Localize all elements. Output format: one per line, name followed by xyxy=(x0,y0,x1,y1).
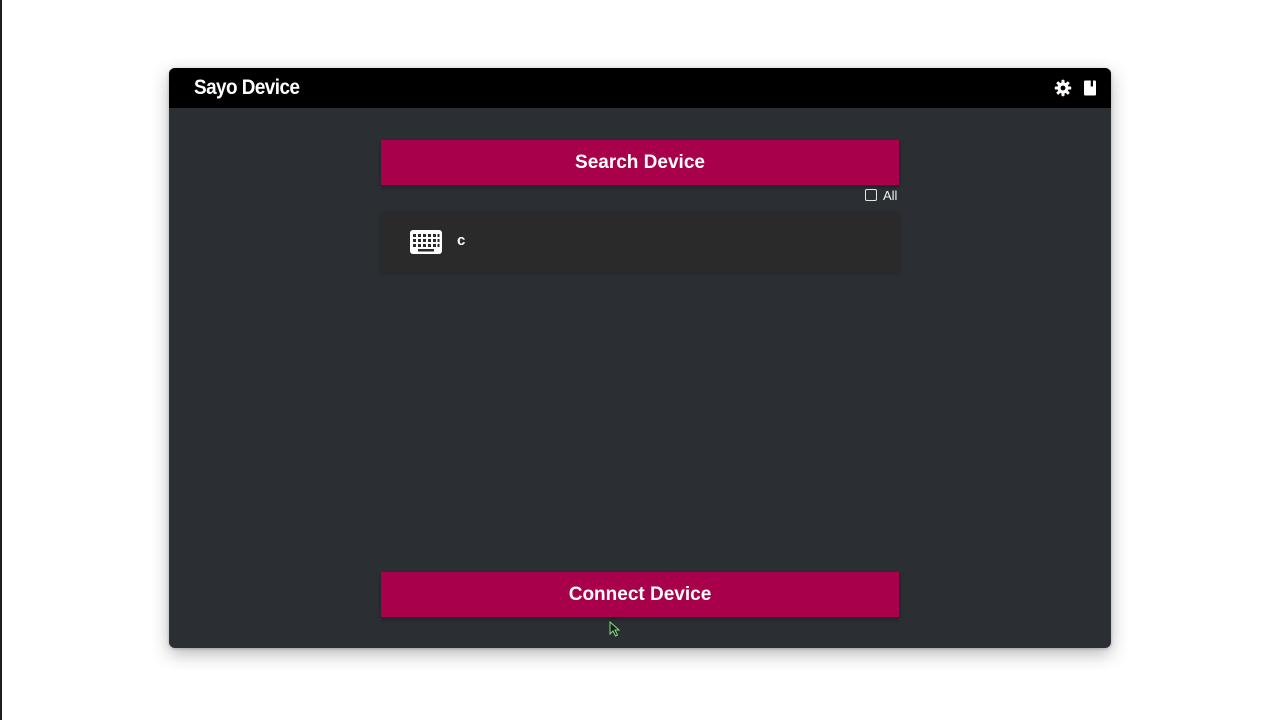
show-all-toggle[interactable]: All xyxy=(865,187,897,203)
device-name: c xyxy=(457,232,466,249)
page: Sayo Device Search Device All c Connect … xyxy=(0,0,1280,720)
gear-icon[interactable] xyxy=(1054,79,1072,97)
screen-edge xyxy=(0,0,2,720)
book-icon[interactable] xyxy=(1081,79,1099,97)
keyboard-icon xyxy=(410,230,442,254)
device-list: c xyxy=(381,212,899,272)
app-window: Sayo Device Search Device All c Connect … xyxy=(169,68,1111,648)
title-bar: Sayo Device xyxy=(169,68,1111,108)
connect-device-button[interactable]: Connect Device xyxy=(381,572,899,617)
mouse-cursor-icon xyxy=(609,621,621,637)
device-list-item[interactable]: c xyxy=(381,212,899,272)
show-all-checkbox[interactable] xyxy=(865,189,877,201)
search-device-button[interactable]: Search Device xyxy=(381,140,899,185)
app-title: Sayo Device xyxy=(194,76,300,99)
show-all-label: All xyxy=(883,187,898,203)
